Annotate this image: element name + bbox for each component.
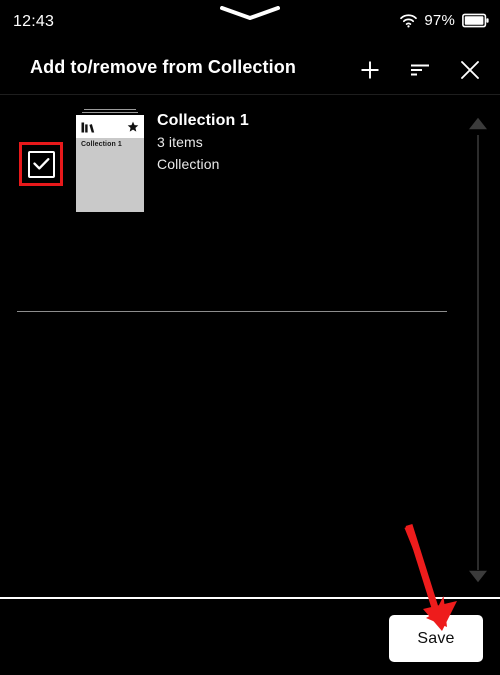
chevron-down-notch-icon xyxy=(220,6,280,20)
close-button[interactable] xyxy=(454,54,486,86)
collection-list: Collection 1 Collection 1 3 items Collec… xyxy=(0,95,455,598)
battery-icon xyxy=(462,13,489,28)
scrollbar-track[interactable] xyxy=(476,135,479,570)
checkbox-box xyxy=(27,150,55,178)
collection-checkbox[interactable] xyxy=(19,142,63,186)
thumbnail-card: Collection 1 xyxy=(76,115,144,212)
list-item-text: Collection 1 3 items Collection xyxy=(157,111,427,175)
books-icon xyxy=(81,122,95,133)
dialog-header: Add to/remove from Collection xyxy=(0,46,500,94)
battery-percent: 97% xyxy=(424,12,455,29)
sort-button[interactable] xyxy=(404,54,436,86)
bottom-action-bar: Save xyxy=(0,599,500,675)
caret-up-icon[interactable] xyxy=(468,117,488,130)
save-button[interactable]: Save xyxy=(389,615,483,662)
wifi-icon xyxy=(400,13,418,27)
sort-lines-icon xyxy=(411,64,429,76)
list-item[interactable]: Collection 1 Collection 1 3 items Collec… xyxy=(0,100,455,212)
status-bar: 12:43 97% xyxy=(0,0,500,46)
list-divider xyxy=(17,311,447,312)
close-x-icon xyxy=(461,61,479,79)
scrollbar[interactable] xyxy=(455,95,500,598)
collection-item-count: 3 items xyxy=(157,134,203,150)
checkmark-icon xyxy=(32,158,49,170)
plus-icon xyxy=(361,61,379,79)
add-collection-button[interactable] xyxy=(354,54,386,86)
app-screen: 12:43 97% Add to/remove from Collection xyxy=(0,0,500,675)
collection-title: Collection 1 xyxy=(157,112,249,129)
thumbnail-header-band xyxy=(76,115,144,138)
thumbnail-label: Collection 1 xyxy=(81,141,122,148)
status-indicators: 97% xyxy=(400,12,489,29)
page-title: Add to/remove from Collection xyxy=(30,57,296,77)
collection-type: Collection xyxy=(157,156,220,172)
star-icon xyxy=(127,121,139,132)
header-actions xyxy=(354,54,486,86)
collection-thumbnail[interactable]: Collection 1 xyxy=(76,109,144,212)
status-time: 12:43 xyxy=(13,13,55,30)
caret-down-icon[interactable] xyxy=(468,570,488,583)
